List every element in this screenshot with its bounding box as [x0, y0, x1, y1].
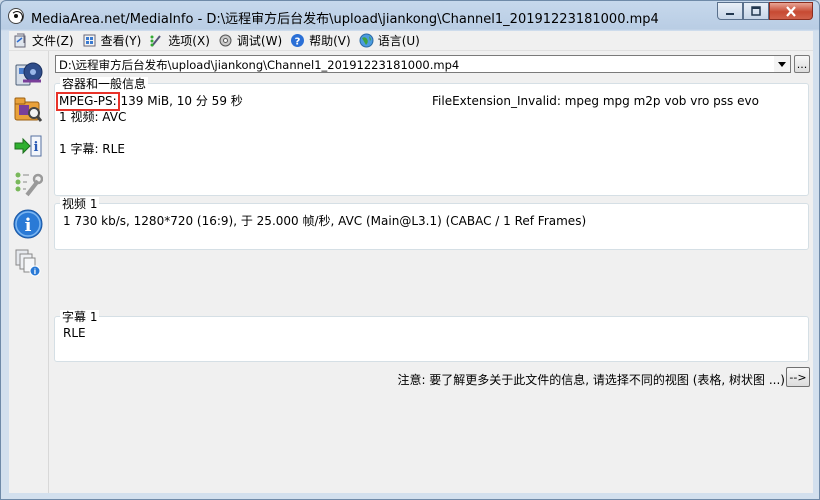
menu-help-label: 帮助(V): [309, 34, 351, 48]
about-button[interactable]: i: [11, 207, 45, 241]
menu-options[interactable]: 选项(X): [147, 31, 216, 51]
language-icon: [359, 33, 374, 48]
open-file-button[interactable]: [11, 55, 45, 89]
video-details: 1 730 kb/s, 1280*720 (16:9), 于 25.000 帧/…: [63, 214, 587, 228]
window-controls: [717, 2, 813, 22]
menu-file[interactable]: 文件(Z): [11, 31, 80, 51]
menu-debug[interactable]: 调试(W): [216, 31, 288, 51]
browse-button[interactable]: ...: [794, 55, 810, 73]
menu-options-label: 选项(X): [168, 34, 210, 48]
knowledge-button[interactable]: i: [11, 245, 45, 279]
open-folder-icon: [14, 97, 43, 122]
menu-help[interactable]: ? 帮助(V): [288, 31, 357, 51]
preferences-button[interactable]: [11, 167, 45, 201]
menu-view[interactable]: 查看(Y): [80, 31, 148, 51]
mediainfo-window: MediaArea.net/MediaInfo - D:\远程审方后台发布\up…: [0, 0, 820, 500]
text-count: 1 字幕: RLE: [59, 142, 125, 156]
minimize-button[interactable]: [717, 2, 743, 20]
open-file-icon: [15, 62, 43, 86]
options-icon: [149, 33, 164, 48]
subtitle-details: RLE: [63, 326, 86, 340]
subtitle-panel: 字幕 1 RLE: [54, 310, 809, 362]
menu-debug-label: 调试(W): [236, 34, 283, 48]
maximize-icon: [751, 6, 761, 16]
export-button[interactable]: i: [11, 129, 45, 163]
svg-text:?: ?: [295, 37, 301, 48]
minimize-icon: [726, 13, 734, 15]
client-area: i i i D:\远程审方后台发布\upload\jiankong\Channe…: [9, 51, 813, 493]
close-button[interactable]: [769, 2, 813, 20]
view-icon: [82, 33, 97, 48]
about-icon: i: [13, 209, 43, 239]
main-area: D:\远程审方后台发布\upload\jiankong\Channel1_201…: [53, 51, 813, 493]
export-icon: i: [14, 135, 42, 157]
highlight-box: [56, 92, 120, 111]
file-dropdown-button[interactable]: [774, 56, 790, 72]
menu-language[interactable]: 语言(U): [357, 31, 426, 51]
svg-text:i: i: [25, 215, 32, 236]
footer-note: 注意: 要了解更多关于此文件的信息, 请选择不同的视图 (表格, 树状图 ...…: [397, 373, 785, 387]
mediainfo-app-icon: [8, 8, 24, 24]
knowledge-icon: i: [15, 249, 41, 277]
menu-bar: 文件(Z) 查看(Y) 选项(X) 调试(W) ? 帮助(V) 语言(U): [9, 31, 813, 51]
sidebar-toolbar: i i i: [9, 51, 49, 493]
maximize-button[interactable]: [743, 2, 769, 20]
preferences-icon: [15, 172, 43, 197]
general-panel-title: 容器和一般信息: [60, 77, 149, 91]
help-icon: ?: [290, 33, 305, 48]
extension-invalid: FileExtension_Invalid: mpeg mpg m2p vob …: [432, 94, 759, 108]
video-panel-title: 视频 1: [60, 197, 100, 211]
close-icon: [786, 5, 796, 17]
file-path: D:\远程审方后台发布\upload\jiankong\Channel1_201…: [59, 58, 460, 72]
more-views-button[interactable]: -->: [786, 367, 810, 387]
video-panel: 视频 1 1 730 kb/s, 1280*720 (16:9), 于 25.0…: [54, 197, 809, 250]
menu-view-label: 查看(Y): [100, 34, 142, 48]
file-selector[interactable]: D:\远程审方后台发布\upload\jiankong\Channel1_201…: [55, 55, 791, 73]
general-panel: 容器和一般信息 MPEG-PS: 139 MiB, 10 分 59 秒 File…: [54, 77, 809, 196]
menu-file-label: 文件(Z): [32, 34, 74, 48]
subtitle-panel-title: 字幕 1: [60, 310, 100, 324]
chevron-down-icon: [778, 61, 786, 67]
svg-text:i: i: [34, 140, 39, 155]
window-title: MediaArea.net/MediaInfo - D:\远程审方后台发布\up…: [31, 12, 659, 27]
debug-icon: [218, 33, 233, 48]
menu-language-label: 语言(U): [377, 34, 420, 48]
svg-text:i: i: [34, 268, 36, 276]
open-folder-button[interactable]: [11, 91, 45, 125]
format-value: 139 MiB, 10 分 59 秒: [116, 94, 243, 108]
title-bar[interactable]: MediaArea.net/MediaInfo - D:\远程审方后台发布\up…: [1, 1, 819, 31]
video-count: 1 视频: AVC: [59, 110, 127, 124]
file-icon: [13, 33, 28, 48]
